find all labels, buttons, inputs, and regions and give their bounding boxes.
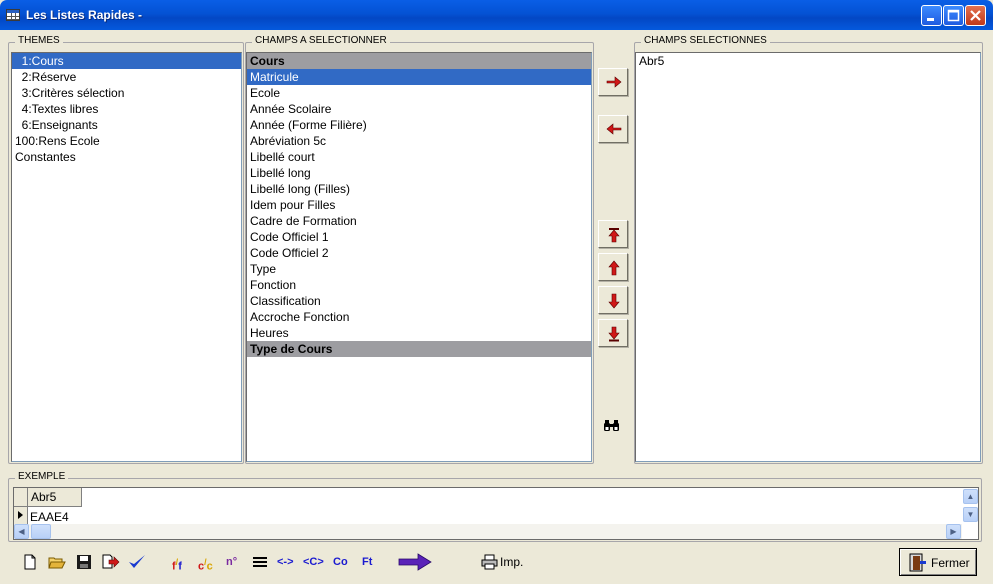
champs-list[interactable]: Cours Matricule Ecole Année Scolaire Année (… <box>246 52 592 462</box>
window-title: Les Listes Rapides - <box>26 8 143 22</box>
number-button[interactable]: n° <box>226 552 237 572</box>
arrow-bottom-icon <box>608 326 620 342</box>
field-item[interactable]: Cadre de Formation <box>247 213 591 229</box>
move-bottom-button[interactable] <box>598 319 628 347</box>
theme-item[interactable]: 2:Réserve <box>12 69 241 85</box>
selected-fields-list[interactable]: Abr5 <box>635 52 981 462</box>
grid-column-header[interactable]: Abr5 <box>28 488 82 507</box>
field-group-header[interactable]: Type de Cours <box>247 341 591 357</box>
field-item[interactable]: Classification <box>247 293 591 309</box>
field-item[interactable]: Libellé long (Filles) <box>247 181 591 197</box>
save-icon[interactable] <box>76 554 92 570</box>
scroll-up-button[interactable]: ▲ <box>963 489 978 504</box>
big-arrow-right-icon[interactable] <box>398 553 432 571</box>
selectionnes-label: CHAMPS SELECTIONNES <box>641 35 770 46</box>
field-item[interactable]: Type <box>247 261 591 277</box>
printer-icon[interactable] <box>481 554 498 570</box>
field-item[interactable]: Code Officiel 1 <box>247 229 591 245</box>
minimize-icon <box>927 18 934 21</box>
table-icon <box>6 9 20 21</box>
field-item[interactable]: Fonction <box>247 277 591 293</box>
new-document-icon[interactable] <box>23 554 37 570</box>
field-item[interactable]: Abréviation 5c <box>247 133 591 149</box>
maximize-icon <box>947 9 960 22</box>
ft-button[interactable]: Ft <box>362 552 372 572</box>
field-item[interactable]: Année Scolaire <box>247 101 591 117</box>
close-button[interactable] <box>965 5 986 26</box>
not-equal-button[interactable]: <-> <box>277 552 294 572</box>
arrow-right-icon <box>606 76 622 88</box>
field-item[interactable]: Ecole <box>247 85 591 101</box>
maximize-button[interactable] <box>943 5 964 26</box>
field-item[interactable]: Libellé long <box>247 165 591 181</box>
field-item[interactable]: Année (Forme Filière) <box>247 117 591 133</box>
add-field-button[interactable] <box>598 68 628 96</box>
move-top-button[interactable] <box>598 220 628 248</box>
horizontal-scrollbar[interactable] <box>14 524 962 539</box>
field-item[interactable]: Heures <box>247 325 591 341</box>
theme-item[interactable]: 100:Rens Ecole <box>12 133 241 149</box>
field-item[interactable]: Idem pour Filles <box>247 197 591 213</box>
horizontal-scroll-thumb[interactable] <box>31 524 51 539</box>
theme-item[interactable]: 3:Critères sélection <box>12 85 241 101</box>
selected-field-item[interactable]: Abr5 <box>636 53 980 69</box>
exit-door-icon <box>909 553 926 572</box>
scroll-left-button[interactable]: ◀ <box>14 524 29 539</box>
close-icon <box>970 10 981 21</box>
title-bar: Les Listes Rapides - <box>0 0 993 30</box>
export-icon[interactable] <box>101 553 121 571</box>
move-up-button[interactable] <box>598 253 628 281</box>
grid-corner <box>14 488 28 507</box>
themes-list[interactable]: 1:Cours 2:Réserve 3:Critères sélection 4… <box>11 52 242 462</box>
arrow-down-icon <box>608 293 620 309</box>
co-button[interactable]: Co <box>333 552 348 572</box>
checkmark-icon[interactable] <box>128 553 146 571</box>
exemple-label: EXEMPLE <box>15 471 69 482</box>
open-folder-icon[interactable] <box>48 554 66 570</box>
format-f-button[interactable]: f/f <box>172 552 182 573</box>
print-label[interactable]: Imp. <box>500 552 523 572</box>
arrow-top-icon <box>608 228 620 243</box>
field-item[interactable]: Libellé court <box>247 149 591 165</box>
c-bracket-button[interactable]: <C> <box>303 552 324 572</box>
row-indicator <box>14 507 28 525</box>
scroll-down-button[interactable]: ▼ <box>963 507 978 522</box>
theme-item[interactable]: 4:Textes libres <box>12 101 241 117</box>
format-c-button[interactable]: c/c <box>198 552 213 573</box>
arrow-left-icon <box>606 123 622 135</box>
theme-item[interactable]: Constantes <box>12 149 241 165</box>
arrow-up-icon <box>608 260 620 276</box>
example-grid[interactable]: Abr5 EAAE4 ▲ ▼ ◀ ▶ <box>13 487 979 540</box>
scroll-right-button[interactable]: ▶ <box>946 524 961 539</box>
current-row-icon <box>18 511 23 519</box>
field-item[interactable]: Accroche Fonction <box>247 309 591 325</box>
themes-label: THEMES <box>15 35 63 46</box>
theme-item[interactable]: 6:Enseignants <box>12 117 241 133</box>
theme-item[interactable]: 1:Cours <box>12 53 241 69</box>
field-item[interactable]: Code Officiel 2 <box>247 245 591 261</box>
fermer-button[interactable]: Fermer <box>899 548 977 576</box>
binoculars-icon[interactable] <box>603 419 620 432</box>
grid-cell[interactable]: EAAE4 <box>30 509 69 525</box>
champs-label: CHAMPS A SELECTIONNER <box>252 35 390 46</box>
remove-field-button[interactable] <box>598 115 628 143</box>
field-group-header[interactable]: Cours <box>247 53 591 69</box>
minimize-button[interactable] <box>921 5 942 26</box>
list-lines-icon[interactable] <box>253 556 267 568</box>
field-item[interactable]: Matricule <box>247 69 591 85</box>
move-down-button[interactable] <box>598 286 628 314</box>
fermer-label: Fermer <box>931 556 970 570</box>
